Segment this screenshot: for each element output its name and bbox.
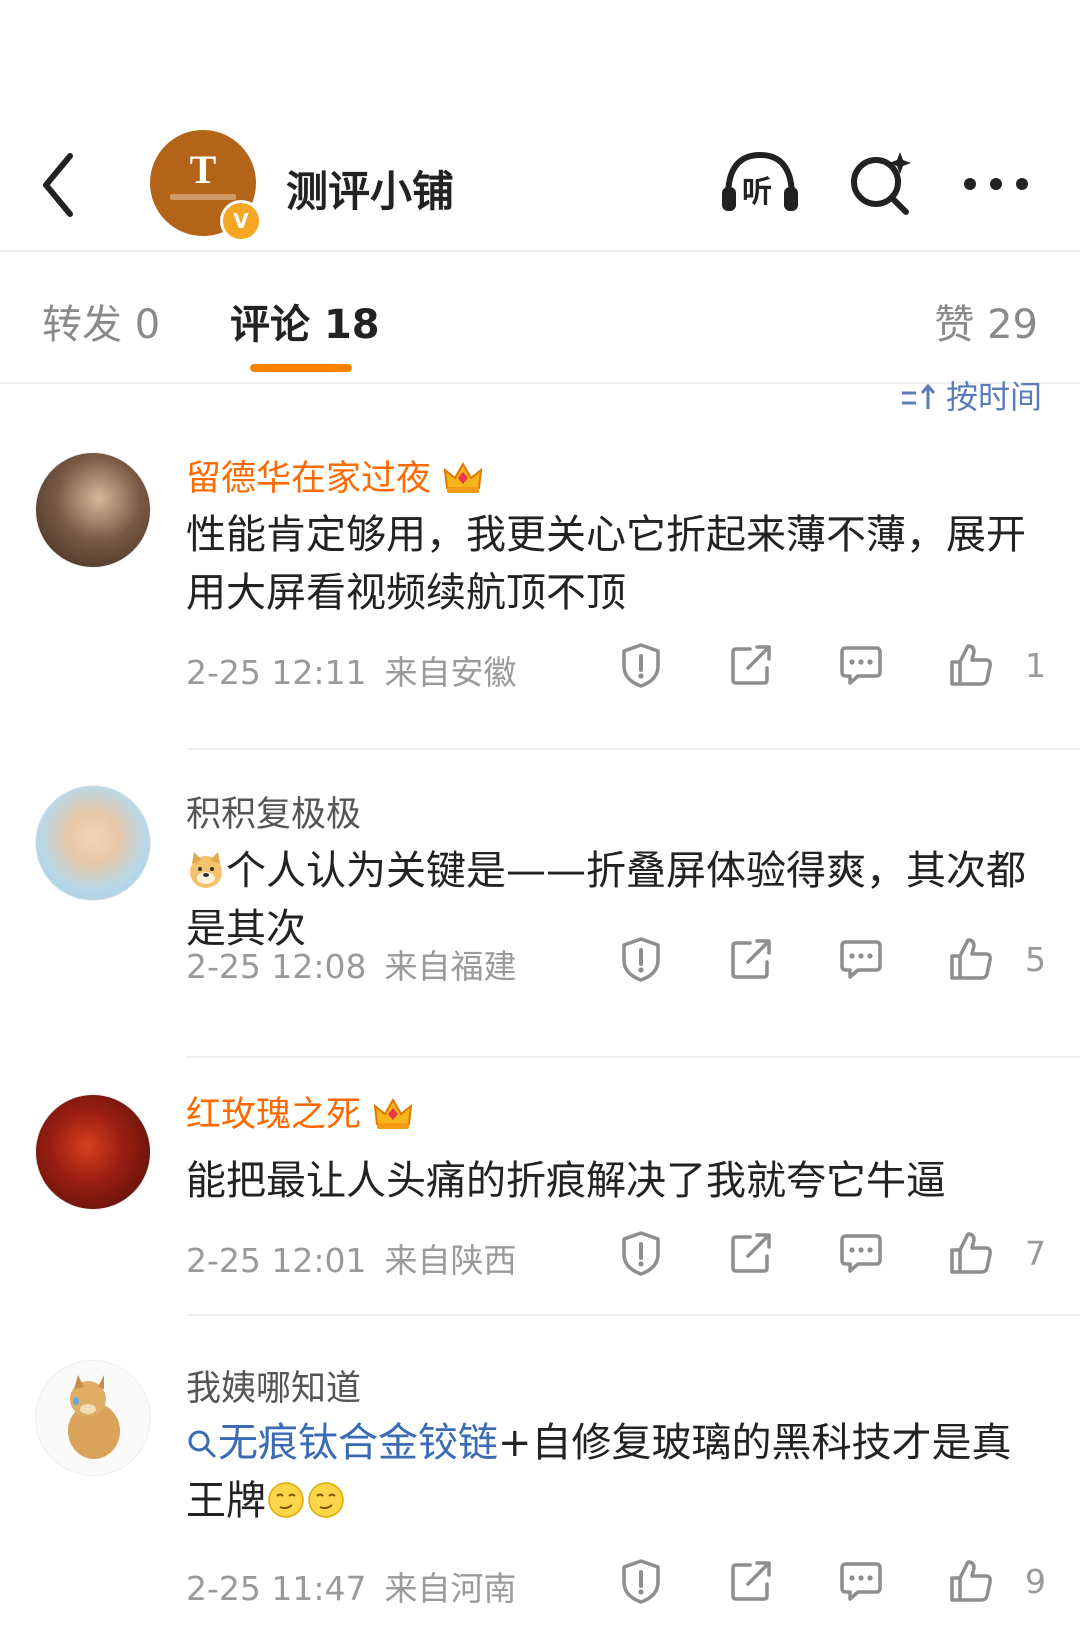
share-icon[interactable] <box>728 936 774 982</box>
comment-divider <box>186 748 1080 750</box>
topic-link[interactable]: 无痕钛合金铰链 <box>186 1420 498 1466</box>
comment-actions: 7 <box>600 1230 1050 1280</box>
tab-reposts[interactable]: 转发 0 <box>42 292 160 350</box>
comment-meta: 2-25 12:11 来自安徽 <box>186 646 535 694</box>
report-icon[interactable] <box>618 642 664 688</box>
vip-crown-icon <box>443 460 483 494</box>
report-icon[interactable] <box>618 1558 664 1604</box>
comment-meta: 2-25 12:01 来自陕西 <box>186 1234 535 1282</box>
reply-icon[interactable] <box>838 936 884 982</box>
vip-crown-icon <box>373 1096 413 1130</box>
comment-meta: 2-25 12:08 来自福建 <box>186 940 535 988</box>
comment-meta: 2-25 11:47 来自河南 <box>186 1562 535 1610</box>
sort-label: 按时间 <box>945 378 1042 416</box>
smirk-emoji-icon <box>308 1482 344 1518</box>
like-count: 1 <box>1025 646 1046 685</box>
comment-divider <box>186 1056 1080 1058</box>
reply-icon[interactable] <box>838 642 884 688</box>
page-title[interactable]: 测评小铺 <box>286 158 454 219</box>
comment-location: 来自福建 <box>384 947 517 986</box>
like-icon[interactable] <box>948 936 994 982</box>
like-icon[interactable] <box>948 1230 994 1276</box>
report-icon[interactable] <box>618 1230 664 1276</box>
comment-location: 来自安徽 <box>384 653 517 692</box>
tab-label: 转发 <box>42 302 122 348</box>
comment-username[interactable]: 积积复极极 <box>186 786 361 837</box>
tab-likes[interactable]: 赞 29 <box>934 292 1038 350</box>
tab-comments[interactable]: 评论 18 <box>230 292 380 372</box>
like-count: 9 <box>1025 1562 1046 1601</box>
comment-time: 2-25 12:01 <box>186 1241 367 1280</box>
tab-label: 赞 <box>934 302 975 348</box>
top-bar: T V 测评小铺 听 <box>0 0 1080 252</box>
avatar-caption <box>170 194 236 200</box>
comment-text: 无痕钛合金铰链+自修复玻璃的黑科技才是真王牌 <box>186 1414 1046 1530</box>
more-icon[interactable] <box>962 172 1030 196</box>
share-icon[interactable] <box>728 1558 774 1604</box>
report-icon[interactable] <box>618 936 664 982</box>
verified-badge: V <box>220 200 262 242</box>
user-avatar[interactable] <box>35 452 151 568</box>
search-sparkle-icon[interactable] <box>848 148 914 218</box>
comment-text: 性能肯定够用，我更关心它折起来薄不薄，展开用大屏看视频续航顶不顶 <box>186 512 1026 616</box>
doge-emoji-icon <box>190 852 222 888</box>
user-avatar[interactable] <box>35 785 151 901</box>
like-icon[interactable] <box>948 642 994 688</box>
tab-label: 评论 <box>230 302 310 348</box>
like-count: 5 <box>1025 940 1046 979</box>
comment-divider <box>186 1314 1080 1316</box>
reply-icon[interactable] <box>838 1558 884 1604</box>
comment-location: 来自陕西 <box>384 1241 517 1280</box>
active-tab-indicator <box>250 364 352 372</box>
like-count: 7 <box>1025 1234 1046 1273</box>
comment-time: 2-25 12:11 <box>186 653 367 692</box>
topic-text: 无痕钛合金铰链 <box>218 1420 498 1466</box>
comment-text: 能把最让人头痛的折痕解决了我就夸它牛逼 <box>186 1158 946 1204</box>
comment-actions: 1 <box>600 642 1050 692</box>
sort-toggle[interactable]: 按时间 <box>900 372 1042 418</box>
comment-username[interactable]: 留德华在家过夜 <box>186 450 483 501</box>
cheems-dog-icon <box>68 1375 120 1459</box>
avatar-letter: T <box>189 147 217 192</box>
comment-time: 2-25 12:08 <box>186 947 367 986</box>
comment-location: 来自河南 <box>384 1569 517 1608</box>
listen-icon[interactable]: 听 <box>718 145 802 215</box>
search-icon <box>188 1430 216 1458</box>
share-icon[interactable] <box>728 1230 774 1276</box>
tab-count: 29 <box>987 302 1038 348</box>
comment-username[interactable]: 我姨哪知道 <box>186 1360 361 1411</box>
smirk-emoji-icon <box>268 1482 304 1518</box>
like-icon[interactable] <box>948 1558 994 1604</box>
tab-count: 18 <box>323 302 380 348</box>
user-avatar[interactable] <box>35 1094 151 1210</box>
tab-count: 0 <box>134 302 161 348</box>
comment-actions: 9 <box>600 1558 1050 1608</box>
back-icon[interactable] <box>38 150 78 220</box>
username-text: 红玫瑰之死 <box>186 1095 362 1135</box>
sort-icon <box>901 383 935 409</box>
username-text: 留德华在家过夜 <box>186 459 432 499</box>
user-avatar[interactable] <box>35 1360 151 1476</box>
tab-bar: 转发 0 评论 18 赞 29 <box>0 252 1080 384</box>
share-icon[interactable] <box>728 642 774 688</box>
listen-label: 听 <box>742 175 772 210</box>
comment-time: 2-25 11:47 <box>186 1569 367 1608</box>
comment-actions: 5 <box>600 936 1050 986</box>
comment-username[interactable]: 红玫瑰之死 <box>186 1086 413 1137</box>
reply-icon[interactable] <box>838 1230 884 1276</box>
